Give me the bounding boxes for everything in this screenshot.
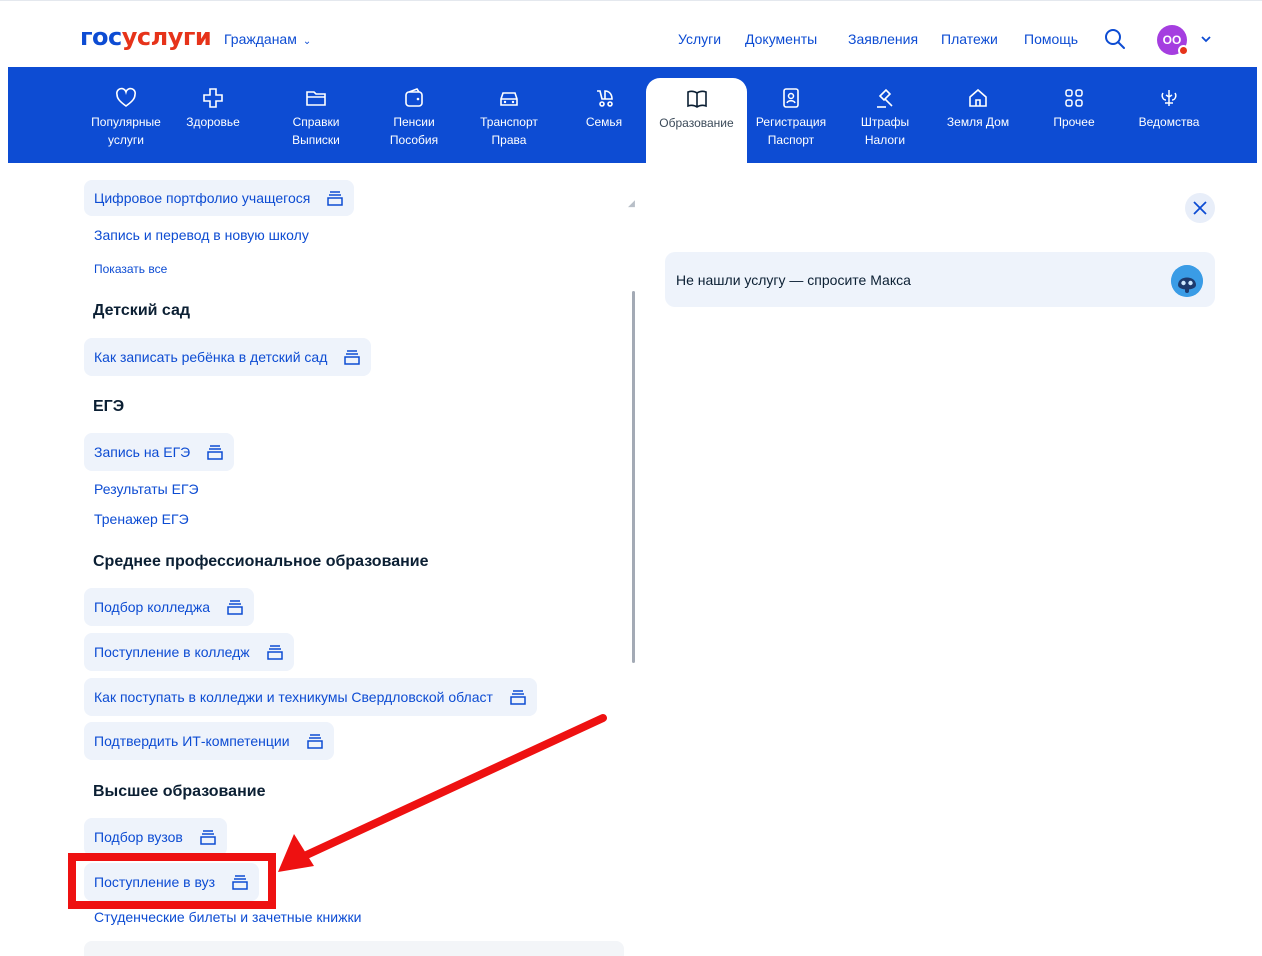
- service-college-selection[interactable]: Подбор колледжа: [84, 588, 255, 626]
- service-university-admission[interactable]: Поступление в вуз: [84, 863, 260, 901]
- category-certificates[interactable]: Справки Выписки: [276, 67, 356, 163]
- stack-icon: [207, 445, 223, 460]
- category-agencies[interactable]: Ведомства: [1126, 67, 1212, 163]
- gavel-icon: [877, 88, 893, 108]
- chevron-down-icon: ⌄: [302, 36, 312, 47]
- list-item-partial: [84, 941, 624, 956]
- category-transport[interactable]: Транспорт Права: [468, 67, 550, 163]
- nav-services[interactable]: Услуги: [678, 31, 721, 47]
- stack-icon: [306, 734, 323, 749]
- category-health[interactable]: Здоровье: [178, 67, 248, 163]
- stack-icon: [232, 875, 248, 890]
- grid-icon: [1065, 89, 1083, 107]
- category-bar: Популярные услуги Здоровье Справки Выписки…: [8, 67, 1257, 163]
- service-ege-results[interactable]: Результаты ЕГЭ: [84, 472, 209, 506]
- nav-documents[interactable]: Документы: [745, 31, 817, 47]
- nav-payments[interactable]: Платежи: [941, 31, 998, 47]
- section-title-ege: ЕГЭ: [93, 398, 125, 415]
- category-pensions[interactable]: Пенсии Пособия: [378, 67, 450, 163]
- stack-icon: [327, 191, 344, 206]
- service-ege-trainer[interactable]: Тренажер ЕГЭ: [84, 502, 199, 536]
- stack-icon: [227, 600, 243, 615]
- robot-assistant-icon: [1171, 265, 1203, 297]
- house-icon: [969, 88, 987, 107]
- service-student-cards[interactable]: Студенческие билеты и зачетные книжки: [84, 900, 371, 934]
- search-icon[interactable]: [1104, 28, 1126, 50]
- category-registration[interactable]: Регистрация Паспорт: [750, 67, 832, 163]
- folder-icon: [306, 91, 326, 106]
- service-it-competence[interactable]: Подтвердить ИТ-компетенции: [84, 722, 334, 760]
- show-all-link[interactable]: Показать все: [84, 252, 177, 286]
- stack-icon: [510, 690, 526, 705]
- category-popular[interactable]: Популярные услуги: [80, 67, 172, 163]
- category-other[interactable]: Прочее: [1040, 67, 1108, 163]
- resize-grip-icon[interactable]: ◢: [628, 198, 635, 209]
- wallet-icon: [405, 88, 423, 107]
- nav-help[interactable]: Помощь: [1024, 31, 1078, 47]
- emblem-icon: [1161, 90, 1177, 106]
- notification-dot: [1178, 45, 1189, 56]
- close-icon: [1193, 201, 1207, 215]
- ask-maks-banner[interactable]: Не нашли услугу — спросите Макса: [665, 252, 1215, 307]
- service-school-enrollment[interactable]: Запись и перевод в новую школу: [84, 218, 319, 252]
- nav-applications[interactable]: Заявления: [848, 31, 918, 47]
- category-family[interactable]: Семья: [574, 67, 634, 163]
- service-ege-registration[interactable]: Запись на ЕГЭ: [84, 433, 235, 471]
- chevron-down-icon[interactable]: [1200, 33, 1212, 45]
- service-kindergarten-enrollment[interactable]: Как записать ребёнка в детский сад: [84, 338, 372, 376]
- service-university-selection[interactable]: Подбор вузов: [84, 818, 227, 856]
- car-icon: [500, 92, 518, 106]
- gosuslugi-logo[interactable]: госуслуги: [80, 23, 212, 51]
- category-education[interactable]: Образование: [646, 78, 747, 163]
- heart-icon: [116, 87, 136, 107]
- passport-icon: [783, 88, 799, 108]
- section-title-spo: Среднее профессиональное образование: [93, 553, 429, 570]
- stack-icon: [344, 350, 361, 365]
- section-title-kindergarten: Детский сад: [93, 302, 191, 319]
- section-title-higher-education: Высшее образование: [93, 783, 266, 800]
- list-scrollbar[interactable]: [632, 291, 635, 663]
- medical-cross-icon: [203, 88, 223, 108]
- service-sverdlovsk-colleges[interactable]: Как поступать в колледжи и техникумы Све…: [84, 678, 537, 716]
- book-icon: [686, 90, 707, 108]
- stack-icon: [200, 830, 216, 845]
- category-land-house[interactable]: Земля Дом: [938, 67, 1018, 163]
- stroller-icon: [597, 90, 613, 107]
- stack-icon: [266, 645, 283, 660]
- top-header: госуслуги Гражданам ⌄ Услуги Документы За…: [0, 0, 1262, 66]
- avatar[interactable]: ОО: [1157, 25, 1189, 56]
- category-fines[interactable]: Штрафы Налоги: [848, 67, 922, 163]
- audience-selector[interactable]: Гражданам ⌄: [224, 31, 311, 47]
- service-digital-portfolio[interactable]: Цифровое портфолио учащегося: [84, 180, 355, 216]
- service-college-admission[interactable]: Поступление в колледж: [84, 633, 294, 671]
- close-button[interactable]: [1185, 193, 1215, 223]
